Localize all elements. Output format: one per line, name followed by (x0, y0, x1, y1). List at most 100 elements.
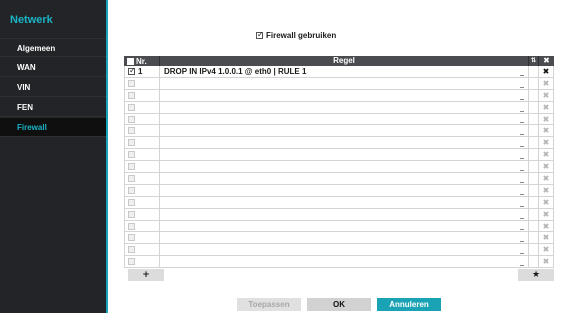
delete-all-icon[interactable]: ✖ (539, 56, 554, 66)
edit-handle-icon[interactable] (520, 229, 524, 231)
sidebar-item-algemeen[interactable]: Algemeen (0, 38, 106, 57)
row-checkbox[interactable] (128, 163, 135, 171)
row-delete-icon[interactable]: ✖ (539, 232, 553, 243)
row-checkbox[interactable] (128, 66, 136, 75)
edit-handle-icon[interactable] (520, 134, 524, 136)
row-checkbox[interactable] (128, 198, 135, 206)
ok-button[interactable]: OK (307, 298, 371, 311)
table-row[interactable]: ✖ (124, 125, 554, 138)
row-rule-cell[interactable] (160, 113, 529, 125)
sidebar-item-vin[interactable]: VIN (0, 78, 106, 97)
table-row[interactable]: ✖ (124, 161, 554, 174)
row-rule-cell[interactable] (160, 244, 529, 256)
row-delete-icon[interactable]: ✖ (539, 185, 553, 196)
edit-handle-icon[interactable] (520, 98, 524, 100)
row-checkbox[interactable] (128, 246, 135, 254)
row-rule-cell[interactable] (160, 208, 529, 220)
edit-handle-icon[interactable] (520, 158, 524, 160)
row-checkbox[interactable] (128, 91, 135, 99)
sort-icon[interactable]: ⇅ (529, 56, 539, 66)
row-rule-cell[interactable] (160, 101, 529, 113)
table-row[interactable]: ✖ (124, 256, 554, 269)
row-checkbox[interactable] (128, 174, 135, 182)
row-rule-cell[interactable] (160, 137, 529, 149)
table-row[interactable]: ✖ (124, 149, 554, 162)
edit-handle-icon[interactable] (520, 122, 524, 124)
table-row[interactable]: ✖ (124, 208, 554, 221)
star-button[interactable]: ★ (518, 269, 554, 281)
row-checkbox[interactable] (128, 103, 135, 111)
row-delete-icon[interactable]: ✖ (539, 114, 553, 125)
row-rule-cell[interactable] (160, 149, 529, 161)
row-delete-icon[interactable]: ✖ (539, 102, 553, 113)
row-delete-icon[interactable]: ✖ (539, 78, 553, 89)
table-row[interactable]: ✖ (124, 101, 554, 114)
table-row[interactable]: ✖ (124, 184, 554, 197)
sidebar-item-fen[interactable]: FEN (0, 98, 106, 117)
row-rule-cell[interactable] (160, 77, 529, 89)
apply-button[interactable]: Toepassen (237, 298, 301, 311)
row-rule-cell[interactable] (160, 256, 529, 268)
row-delete-icon[interactable]: ✖ (539, 161, 553, 172)
checkbox-icon[interactable] (256, 30, 264, 39)
row-rule-cell[interactable] (160, 89, 529, 101)
table-row[interactable]: ✖ (124, 137, 554, 150)
row-checkbox[interactable] (128, 222, 135, 230)
row-checkbox[interactable] (128, 115, 135, 123)
row-rule-cell[interactable] (160, 232, 529, 244)
row-checkbox[interactable] (128, 151, 135, 159)
row-delete-icon[interactable]: ✖ (539, 173, 553, 184)
edit-handle-icon[interactable] (520, 265, 524, 267)
row-delete-icon[interactable]: ✖ (539, 149, 553, 160)
firewall-enable-checkbox[interactable]: Firewall gebruiken (256, 30, 336, 40)
row-rule-cell[interactable] (160, 184, 529, 196)
row-rule-cell[interactable]: DROP IN IPv4 1.0.0.1 @ eth0 | RULE 1 (160, 66, 529, 77)
edit-handle-icon[interactable] (520, 193, 524, 195)
row-delete-icon[interactable]: ✖ (539, 90, 553, 101)
row-checkbox[interactable] (128, 186, 135, 194)
row-delete-icon[interactable]: ✖ (539, 244, 553, 255)
edit-handle-icon[interactable] (520, 170, 524, 172)
row-delete-icon[interactable]: ✖ (539, 221, 553, 232)
row-checkbox[interactable] (128, 234, 135, 242)
add-rule-button[interactable]: + (128, 269, 164, 281)
edit-handle-icon[interactable] (520, 205, 524, 207)
table-row[interactable]: ✖ (124, 173, 554, 185)
sidebar-item-firewall[interactable]: Firewall (0, 118, 106, 137)
select-all-checkbox[interactable] (127, 57, 134, 65)
row-checkbox[interactable] (128, 258, 135, 266)
row-delete-icon[interactable]: ✖ (539, 66, 553, 77)
row-rule-cell[interactable] (160, 125, 529, 137)
table-row[interactable]: ✖ (124, 220, 554, 233)
table-row[interactable]: ✖ (124, 232, 554, 245)
row-delete-icon[interactable]: ✖ (539, 197, 553, 208)
table-row[interactable]: ✖ (124, 113, 554, 126)
row-rule-cell[interactable] (160, 173, 529, 184)
edit-handle-icon[interactable] (520, 146, 524, 148)
row-delete-icon[interactable]: ✖ (539, 256, 553, 267)
row-delete-icon[interactable]: ✖ (539, 125, 553, 136)
edit-handle-icon[interactable] (520, 86, 524, 88)
row-rule-cell[interactable] (160, 161, 529, 173)
row-checkbox[interactable] (128, 210, 135, 218)
edit-handle-icon[interactable] (520, 253, 524, 255)
cancel-button[interactable]: Annuleren (377, 298, 441, 311)
row-checkbox[interactable] (128, 127, 135, 135)
row-checkbox[interactable] (128, 79, 135, 87)
table-row[interactable]: ✖ (124, 196, 554, 209)
table-row[interactable]: ✖ (124, 89, 554, 102)
row-checkbox[interactable] (128, 139, 135, 147)
edit-handle-icon[interactable] (520, 74, 524, 76)
table-row[interactable]: ✖ (124, 77, 554, 90)
table-row[interactable]: 1 DROP IN IPv4 1.0.0.1 @ eth0 | RULE 1 ✖ (124, 66, 554, 78)
edit-handle-icon[interactable] (520, 241, 524, 243)
table-row[interactable]: ✖ (124, 244, 554, 257)
row-delete-icon[interactable]: ✖ (539, 209, 553, 220)
row-delete-icon[interactable]: ✖ (539, 137, 553, 148)
edit-handle-icon[interactable] (520, 217, 524, 219)
edit-handle-icon[interactable] (520, 181, 524, 183)
sidebar-item-wan[interactable]: WAN (0, 58, 106, 77)
edit-handle-icon[interactable] (520, 110, 524, 112)
row-rule-cell[interactable] (160, 220, 529, 232)
row-rule-cell[interactable] (160, 196, 529, 208)
